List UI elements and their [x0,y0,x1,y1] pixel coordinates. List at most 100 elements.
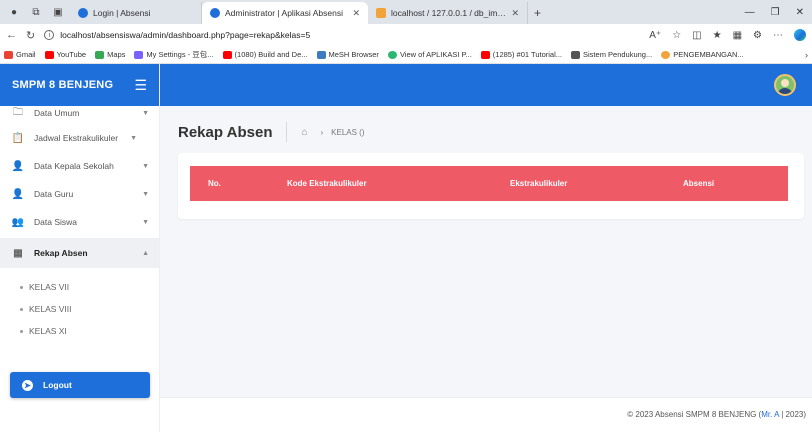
tab-administrator[interactable]: Administrator | Aplikasi Absensi ✕ [202,2,368,24]
user-icon: 👤 [11,188,25,200]
profile-icon[interactable]: ● [8,6,20,18]
new-tab-button[interactable]: + [528,2,547,24]
sidebar-item-data-guru[interactable]: 👤 Data Guru ▼ [0,180,159,208]
gmail-icon [4,50,13,59]
subitem-kelas-vii[interactable]: KELAS VII [0,276,159,298]
footer-author-link[interactable]: Mr. A [761,410,779,419]
info-icon[interactable]: i [44,30,55,40]
chevron-up-icon: ▲ [142,249,149,257]
split-screen-icon[interactable]: ◫ [692,30,701,41]
close-tab-icon[interactable]: ✕ [511,8,519,19]
bookmark-mesh[interactable]: MeSH Browser [316,50,379,59]
bookmark-sistem[interactable]: Sistem Pendukung... [571,50,652,59]
extensions-icon[interactable]: ⚙ [753,30,762,41]
bookmark-aplikasi[interactable]: View of APLIKASI P... [387,50,472,59]
top-navbar [160,64,812,106]
bookmarks-bar: Gmail YouTube Maps My Settings - 豆包... (… [0,46,812,64]
table-card: No. Kode Ekstrakulikuler Ekstrakulikuler… [178,153,804,219]
table-icon: ▦ [13,247,23,259]
sidebar-item-data-siswa[interactable]: 👥 Data Siswa ▼ [0,208,159,236]
tab-login[interactable]: Login | Absensi [70,2,202,24]
bookmark-tutorial[interactable]: (1285) #01 Tutorial... [480,50,562,59]
arrow-right-circle-icon: ➤ [22,379,33,391]
favorite-star-icon[interactable]: ☆ [672,30,681,41]
avatar-body [777,88,793,94]
globe-icon [78,8,88,18]
more-icon[interactable]: ⋯ [773,30,783,41]
chevron-right-icon: › [320,127,324,137]
clipboard-icon: 📋 [11,132,25,144]
sidebar-item-kepala-sekolah[interactable]: 👤 Data Kepala Sekolah ▼ [0,152,159,180]
avatar[interactable] [774,74,796,96]
footer: © 2023 Absensi SMPM 8 BENJENG (Mr. A | 2… [160,397,812,432]
page-title: Rekap Absen [178,123,273,141]
chevron-right-icon[interactable]: › [805,50,808,60]
journal-icon [387,50,397,59]
pdf-icon [571,50,581,59]
youtube-icon [222,50,232,59]
chevron-down-icon: ▼ [142,190,149,198]
back-icon[interactable]: ← [6,29,17,41]
restore-icon[interactable]: ❐ [771,7,780,18]
users-icon: 👥 [11,216,25,228]
hamburger-menu-icon[interactable]: ☰ [134,77,147,94]
browser-tab-strip: ● ⧉ ▣ Login | Absensi Administrator | Ap… [0,0,812,24]
bookmark-gmail[interactable]: Gmail [4,50,36,59]
bookmark-maps[interactable]: Maps [95,50,125,59]
workspaces-icon[interactable]: ⧉ [30,6,42,18]
page-header: Rekap Absen ⌂ › KELAS () [178,122,365,142]
youtube-icon [44,50,54,59]
chevron-down-icon: ▼ [142,218,149,226]
read-aloud-icon[interactable]: A⁺ [649,30,661,41]
bookmark-pengembangan[interactable]: PENGEMBANGAN... [661,50,744,59]
window-close-icon[interactable]: ✕ [796,7,804,18]
maps-icon [95,50,105,59]
main-content: Rekap Absen ⌂ › KELAS () No. Kode Ekstra… [160,106,812,432]
bullet-icon [20,329,23,333]
mesh-icon [316,50,326,59]
chevron-down-icon: ▼ [142,162,149,170]
sidebar-item-jadwal[interactable]: 📋 Jadwal Ekstrakulikuler ▼ [0,124,159,152]
copilot-icon[interactable] [794,29,806,41]
bookmark-build[interactable]: (1080) Build and De... [222,50,308,59]
bookmark-youtube[interactable]: YouTube [44,50,86,59]
subitem-kelas-xi[interactable]: KELAS XI [0,320,159,342]
settings-icon [134,50,144,59]
tab-phpmyadmin[interactable]: localhost / 127.0.0.1 / db_imas / ✕ [368,2,528,24]
column-header-kode: Kode Ekstrakulikuler [287,179,367,188]
collections-icon[interactable]: ▦ [733,30,742,41]
sidebar-menu: 🗀 Data Umum ▼ 📋 Jadwal Ekstrakulikuler ▼… [0,106,159,342]
column-header-ekstrakulikuler: Ekstrakulikuler [510,179,568,188]
logout-button[interactable]: ➤ Logout [10,372,150,398]
favorites-icon[interactable]: ★ [713,30,722,41]
column-header-absensi: Absensi [683,179,715,188]
tab-actions-icon[interactable]: ▣ [52,6,64,18]
refresh-icon[interactable]: ↻ [26,29,35,42]
home-icon[interactable]: ⌂ [301,127,312,138]
sidebar: SMPM 8 BENJENG ☰ 🗀 Data Umum ▼ 📋 Jadwal … [0,64,160,432]
column-header-no: No. [208,179,221,188]
breadcrumb: ⌂ › KELAS () [301,127,364,138]
footer-text: © 2023 Absensi SMPM 8 BENJENG (Mr. A | 2… [627,410,806,419]
youtube-icon [480,50,490,59]
user-icon: 👤 [11,160,25,172]
bullet-icon [20,285,23,289]
sidebar-item-data-umum[interactable]: 🗀 Data Umum ▼ [0,102,159,124]
subitem-kelas-viii[interactable]: KELAS VIII [0,298,159,320]
bookmark-settings[interactable]: My Settings - 豆包... [134,49,214,60]
table-header: No. Kode Ekstrakulikuler Ekstrakulikuler… [190,166,788,201]
avatar-face [781,79,789,87]
close-tab-icon[interactable]: ✕ [352,8,360,19]
brand-bar: SMPM 8 BENJENG ☰ [0,64,159,106]
header-divider [286,122,288,142]
url-field[interactable]: i localhost/absensiswa/admin/dashboard.p… [44,30,640,40]
globe-icon [210,8,220,18]
chevron-down-icon: ▼ [130,134,138,142]
bullet-icon [20,307,23,311]
bookmark-icon [661,50,671,59]
minimize-icon[interactable]: — [745,7,755,18]
sidebar-item-rekap-absen[interactable]: ▦ Rekap Absen ▲ [0,238,159,268]
phpmyadmin-icon [376,8,386,18]
app: SMPM 8 BENJENG ☰ 🗀 Data Umum ▼ 📋 Jadwal … [0,64,812,432]
address-bar: ← ↻ i localhost/absensiswa/admin/dashboa… [0,24,812,46]
